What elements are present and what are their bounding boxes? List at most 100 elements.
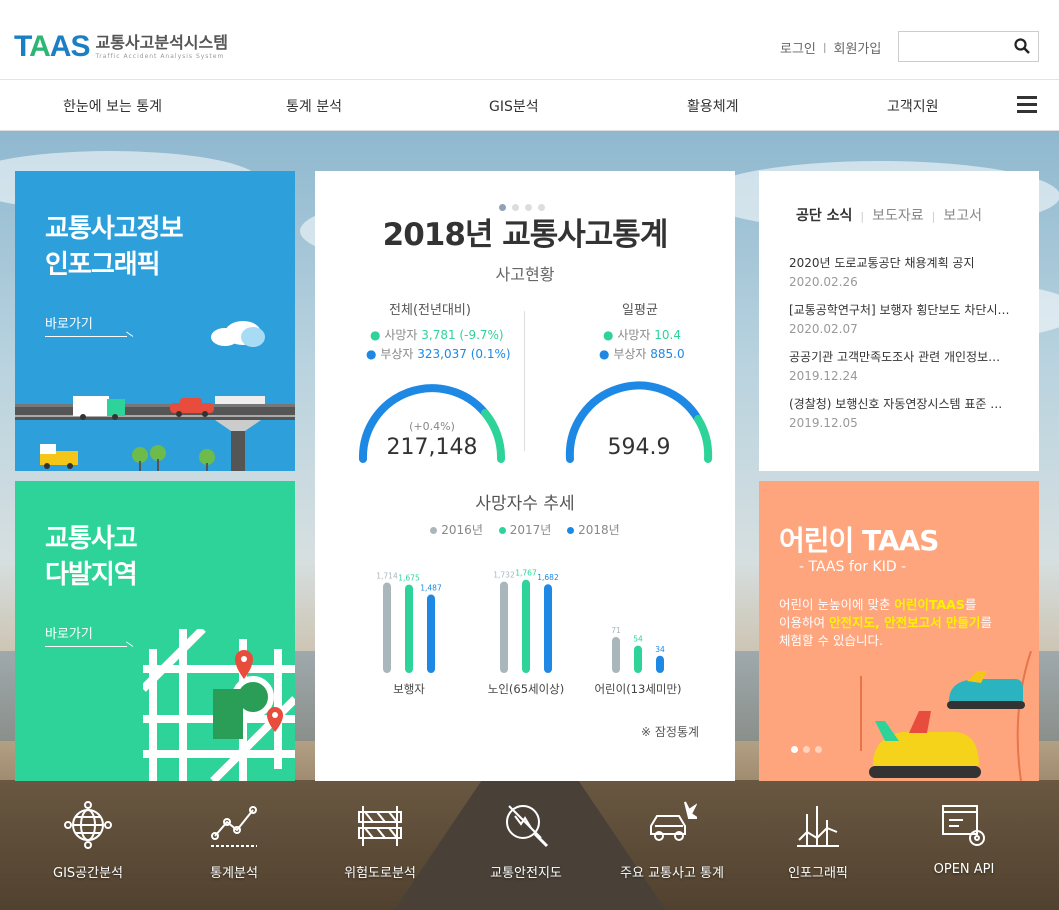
legend-2016: 2016년 xyxy=(430,523,483,537)
car-crash-icon xyxy=(650,801,697,841)
legend-2018: 2018년 xyxy=(567,523,620,537)
nav-item-gis[interactable]: GIS분석 xyxy=(489,96,539,116)
api-settings-icon xyxy=(942,805,985,846)
barrier-icon xyxy=(358,806,402,846)
line-graph-icon xyxy=(211,806,257,847)
quick-label: GIS공간분석 xyxy=(53,866,123,881)
total-injured-label: 부상자 xyxy=(380,347,414,361)
bar-2017년-2 xyxy=(634,645,642,673)
daily-gauge-value: 594.9 xyxy=(607,435,671,460)
kid-description: 어린이 눈높이에 맞춘 어린이TAAS를 이용하여 안전지도, 안전보고서 만들… xyxy=(779,597,992,648)
news-panel: 공단 소식 | 보도자료 | 보고서 2020년 도로교통공단 채용계획 공지 2020.… xyxy=(759,171,1039,471)
tab-agency-news[interactable]: 공단 소식 xyxy=(796,205,852,225)
news-item[interactable]: 2020년 도로교통공단 채용계획 공지 2020.02.26 xyxy=(789,254,1011,289)
login-link[interactable]: 로그인 xyxy=(780,38,816,57)
accident-hotspot-card[interactable]: 교통사고 다발지역 바로가기 xyxy=(15,481,295,781)
bar-2018년-0 xyxy=(427,594,435,673)
category-label: 노인(65세이상) xyxy=(488,682,565,696)
bar-value-label: 71 xyxy=(611,626,621,635)
menu-icon[interactable] xyxy=(1017,96,1037,114)
daily-injured-label: 부상자 xyxy=(613,347,647,361)
kid-title: 어린이 TAAS xyxy=(779,524,939,557)
tab-press[interactable]: 보도자료 xyxy=(872,205,924,225)
bar-value-label: 1,714 xyxy=(376,572,398,581)
daily-dead-value: 10.4 xyxy=(654,328,681,342)
bar-value-label: 54 xyxy=(633,635,643,644)
hotspot-title: 교통사고 다발지역 xyxy=(45,524,138,590)
accident-stats-panel: 2018년 교통사고통계 사고현황 전체(전년대비) ● 사망자 3,781 (… xyxy=(315,171,735,781)
bar-2016년-1 xyxy=(500,581,508,673)
daily-injured-value: 885.0 xyxy=(650,347,685,361)
bar-value-label: 1,682 xyxy=(537,573,559,582)
divider: l xyxy=(822,42,827,57)
quick-major-statistics[interactable]: 주요 교통사고 통계 xyxy=(599,800,745,881)
highway-illustration xyxy=(15,321,295,471)
infographic-title: 교통사고정보 인포그래픽 xyxy=(45,214,184,280)
nav-item-statistics[interactable]: 통계 분석 xyxy=(286,96,342,116)
quick-statistics[interactable]: 통계분석 xyxy=(161,800,307,881)
total-injured-value: 323,037 (0.1%) xyxy=(417,347,511,361)
divider xyxy=(524,311,525,451)
news-item[interactable]: 공공기관 고객만족도조사 관련 개인정보제공 안내2019.12.24 xyxy=(789,348,1011,383)
total-dead-value: 3,781 (-9.7%) xyxy=(421,328,504,342)
total-dead-label: 사망자 xyxy=(384,328,418,342)
logo-mark: TAAS xyxy=(14,30,90,63)
search-icon[interactable] xyxy=(1014,38,1030,58)
total-gauge-change: (+0.4%) xyxy=(409,420,455,433)
quick-dangerous-road[interactable]: 위험도로분석 xyxy=(307,800,453,881)
nav-item-usage[interactable]: 활용체계 xyxy=(687,96,739,116)
quick-gis-analysis[interactable]: GIS공간분석 xyxy=(15,800,161,881)
quick-label: 인포그래픽 xyxy=(788,866,848,881)
bumper-car-illustration xyxy=(860,651,1032,781)
quick-label: 교통안전지도 xyxy=(490,866,562,881)
bar-value-label: 1,732 xyxy=(493,571,515,580)
bar-value-label: 34 xyxy=(655,645,665,654)
bar-value-label: 1,487 xyxy=(420,584,442,593)
bar-2017년-0 xyxy=(405,584,413,673)
tab-reports[interactable]: 보고서 xyxy=(943,205,982,225)
kid-subtitle: - TAAS for KID - xyxy=(799,559,907,575)
nav-item-support[interactable]: 고객지원 xyxy=(887,96,939,116)
quick-open-api[interactable]: OPEN API xyxy=(891,800,1037,877)
nav-item-overview[interactable]: 한눈에 보는 통계 xyxy=(63,96,162,116)
bar-2016년-2 xyxy=(612,637,620,673)
search-box xyxy=(898,31,1039,62)
bar-2016년-0 xyxy=(383,582,391,673)
main-nav: 한눈에 보는 통계 통계 분석 GIS분석 활용체계 고객지원 xyxy=(0,80,1059,131)
slide-indicator[interactable] xyxy=(791,738,827,757)
stats-subtitle: 사고현황 xyxy=(495,265,555,284)
signup-link[interactable]: 회원가입 xyxy=(834,38,882,57)
logo[interactable]: TAAS 교통사고분석시스템 Traffic Accident Analysis… xyxy=(14,30,228,64)
quick-label: 위험도로분석 xyxy=(344,866,416,881)
infographic-card[interactable]: 교통사고정보 인포그래픽 바로가기 xyxy=(15,171,295,471)
category-label: 어린이(13세미만) xyxy=(594,682,681,696)
bar-value-label: 1,767 xyxy=(515,569,537,578)
kid-taas-card[interactable]: 어린이 TAAS - TAAS for KID - 어린이 눈높이에 맞춘 어린… xyxy=(759,481,1039,781)
quick-label: 통계분석 xyxy=(210,866,258,881)
bar-value-label: 1,675 xyxy=(398,574,420,583)
quick-label: 주요 교통사고 통계 xyxy=(620,866,724,881)
chart-legend: 2016년 2017년 2018년 xyxy=(315,521,735,538)
category-label: 보행자 xyxy=(393,682,425,696)
bar-2018년-1 xyxy=(544,584,552,673)
bar-2017년-1 xyxy=(522,579,530,673)
search-input[interactable] xyxy=(899,32,1011,61)
quick-infographic[interactable]: 인포그래픽 xyxy=(745,800,891,881)
hotspot-link[interactable]: 바로가기 xyxy=(45,623,127,647)
provisional-note: ※ 잠정통계 xyxy=(641,725,700,739)
quick-menu: GIS공간분석 통계분석 위험도로분석 교통안전지도 주요 교통사고 통계 인포… xyxy=(0,800,1059,910)
globe-icon xyxy=(64,801,112,849)
infographic-icon xyxy=(797,806,839,847)
news-item[interactable]: (경찰청) 보행신호 자동연장시스템 표준 규격 안내2019.12.05 xyxy=(789,395,1011,430)
quick-safety-map[interactable]: 교통안전지도 xyxy=(453,800,599,881)
header: TAAS 교통사고분석시스템 Traffic Accident Analysis… xyxy=(0,0,1059,80)
logo-subtitle: Traffic Accident Analysis System xyxy=(95,52,225,60)
news-item[interactable]: [교통공학연구처] 보행자 횡단보도 차단시설 설치 효과 분석2020.02.… xyxy=(789,301,1011,336)
total-gauge-value: 217,148 xyxy=(386,435,478,460)
logo-title: 교통사고분석시스템 xyxy=(95,32,228,52)
legend-2017: 2017년 xyxy=(498,523,551,537)
daily-dead-label: 사망자 xyxy=(617,328,651,342)
quick-label: OPEN API xyxy=(933,862,995,877)
map-illustration xyxy=(143,629,295,781)
total-heading: 전체(전년대비) xyxy=(389,303,471,318)
